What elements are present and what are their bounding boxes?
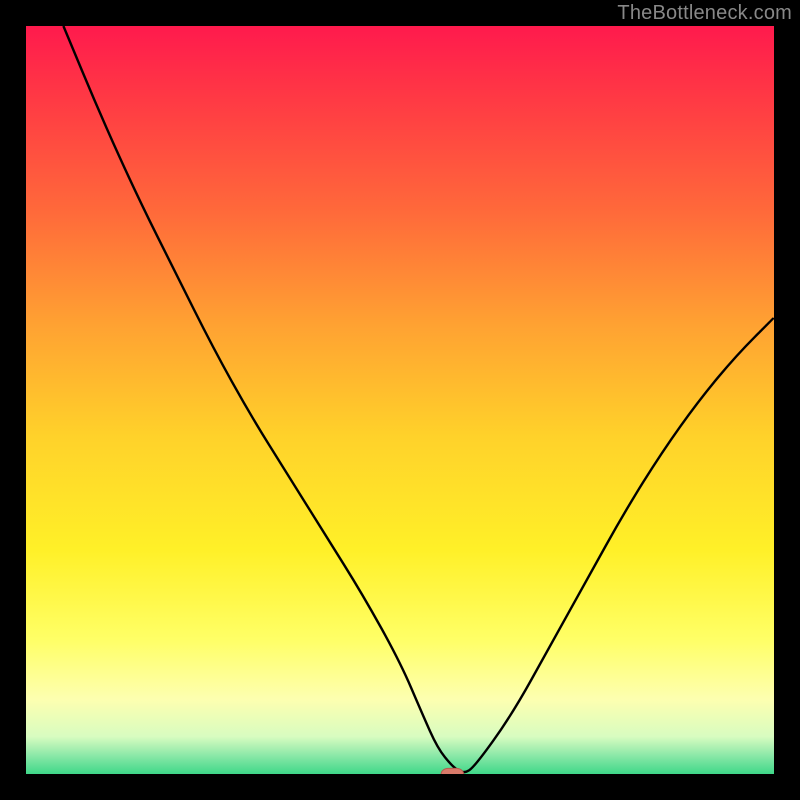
watermark-text: TheBottleneck.com [617, 2, 792, 24]
bottleneck-chart [26, 26, 774, 774]
optimal-marker [441, 768, 463, 774]
chart-frame: TheBottleneck.com [0, 0, 800, 800]
plot-area [26, 26, 774, 774]
watermark: TheBottleneck.com [617, 2, 792, 25]
